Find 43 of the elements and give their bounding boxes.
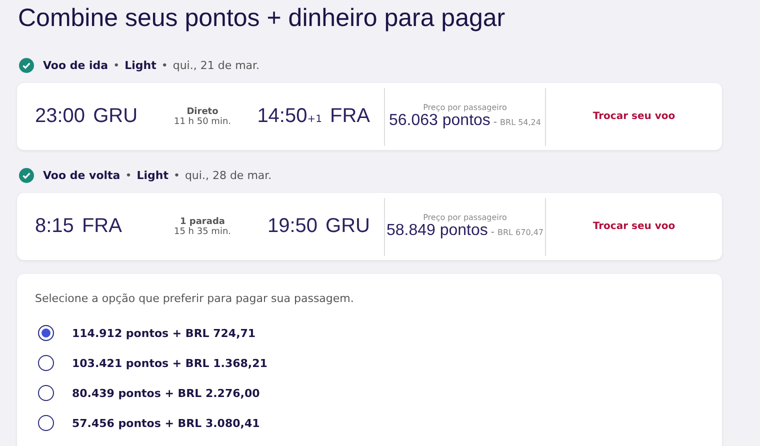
flight-date: qui., 28 de mar.	[184, 168, 272, 182]
departure-airport: FRA	[82, 215, 122, 238]
radio-button[interactable]	[38, 385, 54, 401]
change-flight-link[interactable]: Trocar seu voo	[592, 221, 676, 232]
page-title: Combine seus pontos + dinheiro para pagar	[17, 3, 506, 34]
flight-duration: 11 h 50 min.	[174, 116, 232, 126]
arrival-airport: FRA	[330, 105, 370, 128]
price-label: Preço por passageiro	[423, 103, 507, 112]
departure-time: 23:00	[35, 105, 86, 128]
flight-duration: 15 h 35 min.	[174, 226, 232, 236]
payment-option-label[interactable]: 114.912 pontos + BRL 724,71	[72, 326, 256, 340]
payment-option-label[interactable]: 103.421 pontos + BRL 1.368,21	[72, 356, 268, 370]
price-label: Preço por passageiro	[423, 213, 507, 222]
fare-type: Light	[136, 168, 168, 182]
payment-option-label[interactable]: 57.456 pontos + BRL 3.080,41	[72, 416, 260, 430]
stops-label: 1 parada	[180, 216, 225, 226]
arrival-airport: GRU	[326, 215, 370, 238]
fare-type: Light	[124, 58, 156, 72]
cash-price: BRL 670,47	[497, 228, 544, 237]
stops-label: Direto	[186, 106, 218, 116]
payment-prompt: Selecione a opção que preferir para pagar sua passagem.	[35, 292, 354, 305]
separator-dash: -	[493, 117, 498, 128]
departure-time: 8:15	[35, 215, 74, 238]
radio-button[interactable]	[38, 415, 54, 431]
day-offset: +1	[307, 114, 322, 125]
cash-price: BRL 54,24	[500, 118, 541, 127]
separator-dot: •	[173, 168, 180, 182]
radio-button[interactable]	[38, 355, 54, 371]
separator-dot: •	[113, 58, 120, 72]
flight-date: qui., 21 de mar.	[172, 58, 260, 72]
arrival-time: 14:50	[257, 105, 308, 128]
flight-direction: Voo de volta	[43, 168, 120, 182]
points-price: 58.849 pontos	[386, 222, 488, 240]
points-price: 56.063 pontos	[389, 112, 490, 130]
flight-direction: Voo de ida	[43, 58, 108, 72]
payment-option-label[interactable]: 80.439 pontos + BRL 2.276,00	[72, 386, 260, 400]
change-flight-link[interactable]: Trocar seu voo	[592, 111, 676, 122]
separator-dot: •	[161, 58, 168, 72]
radio-button[interactable]	[38, 325, 54, 341]
departure-airport: GRU	[93, 105, 138, 128]
separator-dash: -	[490, 227, 494, 238]
arrival-time: 19:50	[267, 215, 318, 238]
separator-dot: •	[125, 168, 132, 182]
